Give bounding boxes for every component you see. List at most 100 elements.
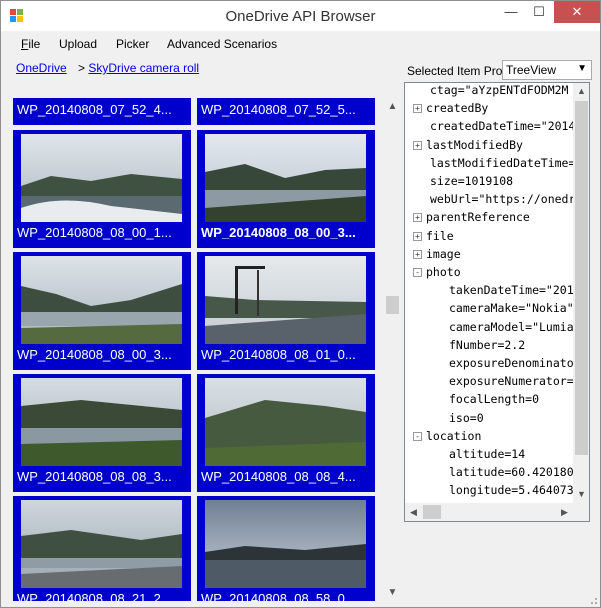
menu-picker[interactable]: Picker: [116, 37, 149, 51]
collapse-icon[interactable]: -: [413, 268, 422, 277]
tree-node-label: focalLength=0: [449, 392, 540, 407]
thumbnail-grid: WP_20140808_07_52_4... WP_20140808_07_52_…: [11, 98, 401, 601]
minimize-icon[interactable]: —: [497, 1, 525, 23]
breadcrumb-root[interactable]: OneDrive: [16, 61, 67, 75]
photo-caption: WP_20140808_07_52_4...: [17, 102, 172, 117]
collapse-icon[interactable]: -: [413, 431, 422, 441]
tree-scroll-up-icon[interactable]: ▲: [573, 83, 589, 100]
menu-file-label: ile: [28, 37, 41, 51]
photo-caption: WP_20140808_08_21_2...: [17, 591, 172, 601]
menu-bar: File Upload Picker Advanced Scenarios: [1, 32, 600, 56]
tree-node-label: createdDateTime="2014: [430, 119, 576, 134]
photo-tile[interactable]: WP_20140808_07_52_4...: [13, 98, 191, 125]
tree-node[interactable]: exposureNumerator=: [432, 374, 574, 388]
expand-icon[interactable]: +: [413, 249, 422, 259]
photo-tile[interactable]: WP_20140808_08_58_0...: [197, 496, 375, 601]
photo-thumbnail: [205, 134, 366, 222]
photo-caption: WP_20140808_08_00_3...: [17, 347, 172, 362]
menu-upload[interactable]: Upload: [59, 37, 97, 51]
photo-tile[interactable]: WP_20140808_08_08_3...: [13, 374, 191, 492]
tree-node-label: altitude=14: [449, 447, 526, 461]
photo-tile[interactable]: WP_20140808_08_00_3...: [13, 252, 191, 370]
photo-tile[interactable]: WP_20140808_08_00_1...: [13, 130, 191, 248]
grid-scroll-thumb[interactable]: [386, 296, 399, 314]
tree-node-label: takenDateTime="201: [449, 283, 574, 298]
menu-file[interactable]: File: [21, 37, 40, 51]
tree-hscrollbar[interactable]: ◀ ▶: [405, 503, 573, 521]
photo-thumbnail: [21, 500, 182, 588]
tree-node[interactable]: cameraMake="Nokia": [432, 301, 574, 315]
photo-tile[interactable]: WP_20140808_07_52_5...: [197, 98, 375, 125]
photo-caption: WP_20140808_08_58_0...: [201, 591, 356, 601]
close-icon[interactable]: ✕: [554, 1, 600, 23]
tree-node[interactable]: + image: [413, 247, 461, 261]
tree-node[interactable]: ctag="aYzpENTdFODM2M: [413, 83, 568, 97]
tree-node[interactable]: altitude=14: [432, 447, 525, 461]
tree-scroll-corner: [573, 503, 589, 521]
tree-node-label: longitude=5.464073: [449, 483, 574, 498]
tree-node-label: cameraMake="Nokia": [449, 301, 574, 316]
tree-node-label: latitude=60.420180: [449, 465, 574, 480]
scroll-down-icon[interactable]: ▼: [384, 584, 401, 601]
photo-caption: WP_20140808_08_00_3...: [201, 225, 356, 240]
breadcrumb-current[interactable]: SkyDrive camera roll: [88, 61, 199, 75]
tree-node[interactable]: - location: [413, 429, 481, 443]
tree-node[interactable]: focalLength=0: [432, 392, 539, 406]
tree-node[interactable]: createdDateTime="2014: [413, 119, 575, 133]
tree-node[interactable]: + createdBy: [413, 101, 488, 115]
tree-node[interactable]: + file: [413, 229, 454, 243]
tree-node[interactable]: exposureDenominato: [432, 356, 574, 370]
expand-icon[interactable]: +: [413, 140, 422, 150]
photo-caption: WP_20140808_08_08_3...: [17, 469, 172, 484]
menu-advanced-scenarios[interactable]: Advanced Scenarios: [167, 37, 277, 51]
tree-node[interactable]: + parentReference: [413, 210, 530, 224]
tree-scroll-down-icon[interactable]: ▼: [573, 486, 589, 503]
tree-node-label: lastModifiedBy: [426, 137, 523, 152]
tree-node[interactable]: iso=0: [432, 411, 484, 425]
tree-node-label: fNumber=2.2: [449, 337, 526, 352]
scroll-up-icon[interactable]: ▲: [384, 98, 401, 115]
photo-tile[interactable]: WP_20140808_08_21_2...: [13, 496, 191, 601]
expand-icon[interactable]: +: [413, 213, 422, 223]
tree-node-label: location: [426, 428, 482, 443]
tree-node[interactable]: longitude=5.464073: [432, 483, 574, 497]
maximize-icon[interactable]: ☐: [525, 1, 553, 23]
tree-node-label: image: [426, 246, 461, 261]
resize-grip-icon[interactable]: [588, 595, 598, 605]
photo-thumbnail: [21, 378, 182, 466]
breadcrumb-separator: >: [78, 61, 86, 75]
expand-icon[interactable]: +: [413, 104, 422, 114]
tree-node-label: createdBy: [426, 101, 489, 116]
tree-node[interactable]: size=1019108: [413, 174, 513, 188]
tree-node[interactable]: takenDateTime="201: [432, 283, 574, 297]
photo-thumbnail: [205, 378, 366, 466]
tree-node-label: cameraModel="Lumia: [449, 319, 574, 334]
photo-tile[interactable]: WP_20140808_08_00_3...: [197, 130, 375, 248]
tree-vscroll-thumb[interactable]: [575, 101, 588, 455]
breadcrumb: OneDrive > SkyDrive camera roll: [16, 61, 199, 75]
tree-node-label: exposureDenominato: [449, 356, 574, 370]
photo-tile[interactable]: WP_20140808_08_08_4...: [197, 374, 375, 492]
properties-tree: ctag="aYzpENTdFODM2M + createdBy createdDat…: [404, 82, 590, 522]
tree-node[interactable]: fNumber=2.2: [432, 338, 525, 352]
tree-node-label: size=1019108: [430, 174, 514, 188]
tree-node[interactable]: webUrl="https://onedr: [413, 192, 575, 206]
tree-node[interactable]: lastModifiedDateTime=: [413, 156, 575, 170]
app-window: OneDrive API Browser — ☐ ✕ File Upload P…: [0, 0, 601, 608]
tree-node[interactable]: cameraModel="Lumia: [432, 320, 574, 334]
tree-hscroll-thumb[interactable]: [423, 505, 441, 519]
tree-node[interactable]: latitude=60.420180: [432, 465, 574, 479]
tree-scroll-right-icon[interactable]: ▶: [556, 503, 573, 521]
tree-node[interactable]: - photo: [413, 265, 461, 279]
photo-tile[interactable]: WP_20140808_08_01_0...: [197, 252, 375, 370]
tree-node[interactable]: + lastModifiedBy: [413, 138, 523, 152]
tree-vscrollbar[interactable]: ▲ ▼: [573, 83, 589, 503]
grid-scrollbar[interactable]: ▲ ▼: [384, 98, 401, 601]
expand-icon[interactable]: +: [413, 231, 422, 241]
tree-scroll-left-icon[interactable]: ◀: [405, 503, 422, 521]
photo-thumbnail: [205, 256, 366, 344]
title-bar[interactable]: OneDrive API Browser — ☐ ✕: [1, 1, 600, 31]
photo-caption: WP_20140808_07_52_5...: [201, 102, 356, 117]
view-mode-select[interactable]: TreeView ▼: [502, 60, 592, 80]
photo-caption: WP_20140808_08_01_0...: [201, 347, 356, 362]
